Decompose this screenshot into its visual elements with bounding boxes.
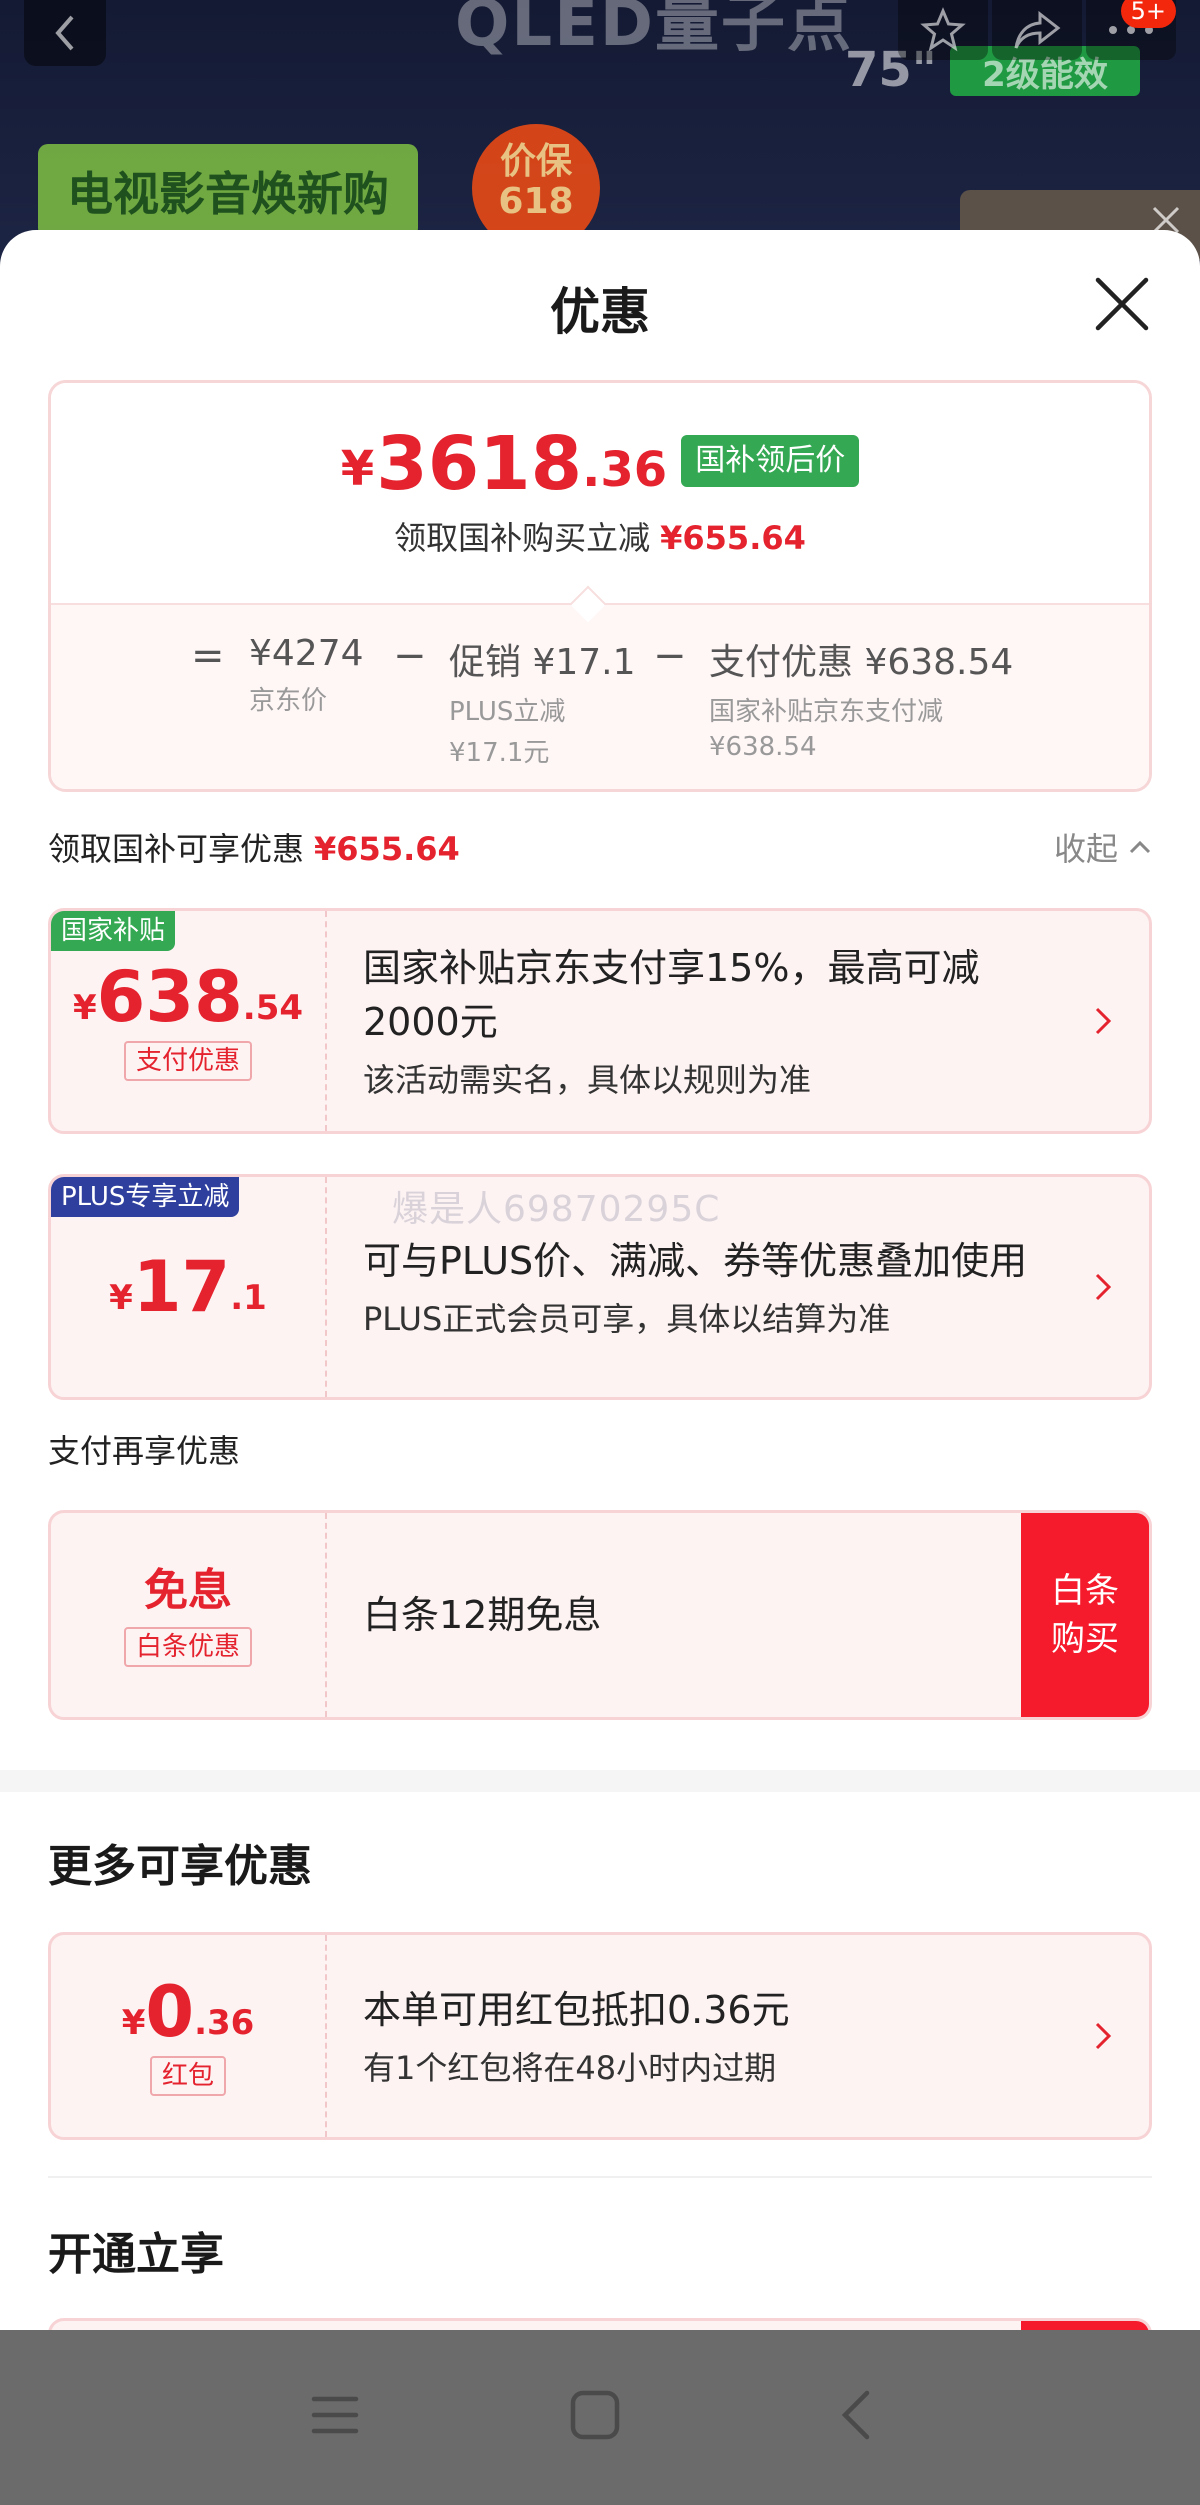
- guarantee-line1: 价保: [499, 141, 572, 182]
- coupon-title: 国家补贴京东支付享15%，最高可减2000元: [363, 946, 980, 1044]
- discount-sheet: 优惠 ¥ 3618 .36 国补领后价 领取国补购买立减 ¥655.64 = ¥4…: [0, 230, 1200, 2330]
- coupon-type: 白条优惠: [123, 1627, 252, 1667]
- collapse-label: 收起: [1053, 830, 1118, 868]
- coupon-subtitle: 该活动需实名，具体以规则为准: [363, 1061, 812, 1099]
- home-button[interactable]: [550, 2370, 640, 2460]
- product-header-background: QLED量子点 75" 2级能效 5+ 电视影音焕新购 价保 618: [0, 0, 1200, 260]
- pay-section-label: 支付再享优惠: [48, 1432, 241, 1470]
- section-divider: [0, 1770, 1200, 1792]
- coupon-title: 可与PLUS价、满减、券等优惠叠加使用: [363, 1239, 1028, 1283]
- promo-banner: 电视影音焕新购: [38, 144, 418, 238]
- plus-flag: PLUS专享立减: [51, 1177, 240, 1217]
- membership-buy-button[interactable]: [1021, 2321, 1149, 2330]
- sheet-title: 优惠: [550, 283, 650, 341]
- share-icon: [1014, 10, 1061, 49]
- promo-note: PLUS立减: [449, 697, 566, 727]
- favorite-button[interactable]: [898, 0, 988, 60]
- back-button[interactable]: [24, 0, 106, 66]
- notification-badge: 5+: [1120, 0, 1176, 28]
- coupon-type: 红包: [149, 2056, 226, 2096]
- divider: [48, 2176, 1152, 2178]
- more-button[interactable]: 5+: [1086, 0, 1176, 60]
- coupon-subtitle: 有1个红包将在48小时内过期: [363, 2049, 777, 2087]
- baitiao-buy-button[interactable]: 白条 购买: [1021, 1513, 1149, 1717]
- product-headline: QLED量子点: [455, 0, 854, 61]
- system-navigation-bar: [0, 2330, 1200, 2505]
- coupon-amount: ¥0.36: [121, 1971, 255, 2053]
- price-decimal: .36: [582, 442, 668, 498]
- price-summary-card: ¥ 3618 .36 国补领后价 领取国补购买立减 ¥655.64 = ¥4274…: [48, 380, 1152, 792]
- watermark: 爆是人69870295C: [392, 1189, 721, 1230]
- coupon-content: 本单可用红包抵扣0.36元 有1个红包将在48小时内过期: [363, 1935, 1059, 2137]
- red-packet-coupon[interactable]: ¥0.36 红包 本单可用红包抵扣0.36元 有1个红包将在48小时内过期: [48, 1932, 1152, 2140]
- pay-note-amount: ¥638.54: [709, 732, 817, 762]
- coupon-amount: ¥638.54: [72, 956, 304, 1038]
- chevron-right-icon: [1095, 1007, 1112, 1035]
- coupon-title: 本单可用红包抵扣0.36元: [363, 1988, 790, 2032]
- equals-sign: =: [191, 633, 225, 679]
- coupon-type: 支付优惠: [123, 1041, 252, 1081]
- open-membership-title: 开通立享: [48, 2229, 224, 2280]
- collapse-toggle[interactable]: 收起: [1054, 824, 1152, 870]
- final-price: ¥ 3618 .36 国补领后价: [51, 427, 1149, 501]
- price-tag: 国补领后价: [681, 435, 860, 487]
- subsidy-amount: ¥655.64: [660, 519, 806, 557]
- pay-discount: 支付优惠 ¥638.54: [709, 642, 1014, 683]
- share-button[interactable]: [992, 0, 1082, 60]
- star-icon: [920, 7, 966, 52]
- coupon-amount: ¥17.1: [109, 1246, 267, 1328]
- subsidy-label: 领取国补购买立减: [394, 519, 651, 557]
- recent-apps-button[interactable]: [290, 2370, 380, 2460]
- jd-price-block: ¥4274 京东价: [249, 633, 364, 717]
- back-arrow-icon: [841, 2390, 870, 2440]
- gov-section-amount: ¥655.64: [314, 830, 460, 868]
- coupon-amount-block: 免息 白条优惠: [51, 1513, 327, 1717]
- chevron-up-icon: [1129, 840, 1151, 854]
- promo-amount: 促销 ¥17.1: [449, 642, 636, 683]
- promo-note-amount: ¥17.1元: [449, 738, 550, 768]
- subsidy-line: 领取国补购买立减 ¥655.64: [51, 513, 1149, 559]
- minus-sign: −: [653, 633, 687, 679]
- chevron-right-icon: [1095, 1273, 1112, 1301]
- jd-price-label: 京东价: [249, 686, 328, 716]
- pay-note: 国家补贴京东支付减: [709, 697, 944, 727]
- baitiao-coupon[interactable]: 免息 白条优惠 白条12期免息 白条 购买: [48, 1510, 1152, 1720]
- promo-block: 促销 ¥17.1 PLUS立减 ¥17.1元: [449, 633, 636, 769]
- price-integer: 3618: [376, 421, 583, 507]
- currency-symbol: ¥: [340, 441, 375, 497]
- header-actions: 5+: [898, 0, 1176, 60]
- pay-discount-block: 支付优惠 ¥638.54 国家补贴京东支付减 ¥638.54: [709, 633, 1013, 762]
- minus-sign: −: [393, 633, 427, 679]
- close-icon[interactable]: [1088, 270, 1156, 338]
- menu-icon: [311, 2396, 359, 2434]
- coupon-content: 国家补贴京东支付享15%，最高可减2000元 该活动需实名，具体以规则为准: [363, 911, 1059, 1131]
- chevron-left-icon: [55, 15, 74, 51]
- home-square-icon: [570, 2390, 620, 2440]
- guarantee-line2: 618: [498, 181, 574, 222]
- gov-section-header: 领取国补可享优惠 ¥655.64: [48, 824, 460, 870]
- gov-subsidy-coupon[interactable]: ¥638.54 支付优惠 国家补贴 国家补贴京东支付享15%，最高可减2000元…: [48, 908, 1152, 1134]
- gov-subsidy-flag: 国家补贴: [51, 911, 176, 951]
- coupon-main-label: 免息: [144, 1565, 232, 1616]
- coupon-subtitle: PLUS正式会员可享，具体以结算为准: [363, 1300, 891, 1338]
- coupon-amount-block: ¥0.36 红包: [51, 1935, 327, 2137]
- more-discounts-title: 更多可享优惠: [48, 1841, 312, 1892]
- membership-coupon[interactable]: [48, 2318, 1152, 2330]
- jd-price: ¥4274: [249, 633, 364, 674]
- coupon-content: 白条12期免息: [363, 1513, 999, 1717]
- back-nav-button[interactable]: [810, 2370, 900, 2460]
- coupon-title: 白条12期免息: [363, 1593, 602, 1637]
- gov-section-label: 领取国补可享优惠: [48, 830, 305, 868]
- chevron-right-icon: [1095, 2022, 1112, 2050]
